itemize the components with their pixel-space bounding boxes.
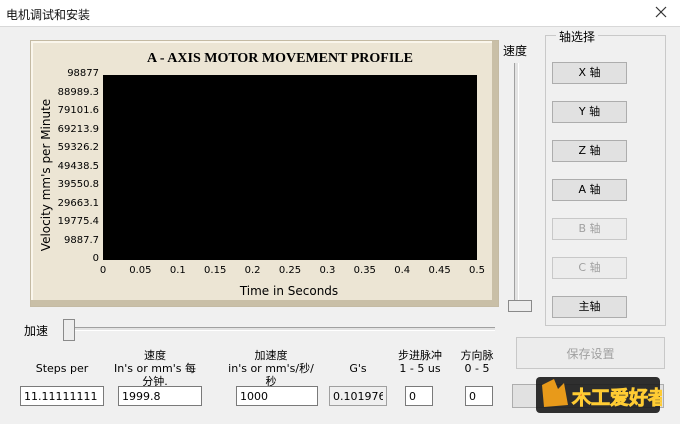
y-tick-label: 98877 <box>67 68 99 79</box>
x-tick-label: 0.45 <box>428 265 451 276</box>
acceleration-input[interactable] <box>236 386 318 406</box>
y-axis-label: Velocity mm's per Minute <box>39 98 53 252</box>
x-tick-label: 0.25 <box>278 265 302 276</box>
z-axis-button[interactable]: Z 轴 <box>552 140 627 162</box>
watermark-logo: 木工爱好者 <box>536 377 662 413</box>
b-axis-button[interactable]: B 轴 <box>552 218 627 240</box>
save-settings-button[interactable]: 保存设置 <box>516 337 665 369</box>
y-axis-button[interactable]: Y 轴 <box>552 101 627 123</box>
x-tick-label: 0.5 <box>469 265 485 276</box>
step-pulse-input[interactable] <box>405 386 433 406</box>
x-axis-button[interactable]: X 轴 <box>552 62 627 84</box>
plot-area <box>103 75 477 260</box>
speed-slider-label: 速度 <box>503 44 528 58</box>
velocity-label-line1: 速度 <box>144 349 166 362</box>
motion-profile-chart: A - AXIS MOTOR MOVEMENT PROFILE 98877 889… <box>30 40 499 307</box>
svg-text:木工爱好者: 木工爱好者 <box>571 386 662 409</box>
steps-per-input[interactable] <box>20 386 104 406</box>
speed-slider-thumb[interactable] <box>508 300 532 312</box>
acceleration-label-line1: 加速度 <box>254 349 288 362</box>
dir-pulse-label-line1: 方向脉 <box>460 349 494 362</box>
x-tick-label: 0.3 <box>319 265 336 276</box>
velocity-label: 速度 In's or mm's 每分钟. <box>110 349 200 388</box>
x-tick-label: 0.35 <box>353 265 376 276</box>
gs-output <box>329 386 387 406</box>
acceleration-label-line2: in's or mm's/秒/秒 <box>228 362 314 388</box>
close-icon[interactable] <box>652 2 670 22</box>
accel-slider-label: 加速 <box>24 324 49 338</box>
x-tick-label: 0.1 <box>169 265 186 276</box>
velocity-label-line2: In's or mm's 每分钟. <box>114 362 196 388</box>
speed-slider-track[interactable] <box>514 63 519 305</box>
x-tick-label: 0 <box>99 265 107 276</box>
steps-per-label: Steps per <box>35 362 89 375</box>
x-tick-label: 0.05 <box>129 265 152 276</box>
dir-pulse-input[interactable] <box>465 386 493 406</box>
x-tick-label: 0.15 <box>204 265 227 276</box>
x-tick-label: 0.4 <box>394 265 411 276</box>
accel-slider-track[interactable] <box>68 327 495 331</box>
x-tick-label: 0.2 <box>244 265 261 276</box>
c-axis-button[interactable]: C 轴 <box>552 257 627 279</box>
dir-pulse-label: 方向脉 0 - 5 <box>452 349 502 375</box>
step-pulse-label-line1: 步进脉冲 <box>398 349 442 362</box>
acceleration-label: 加速度 in's or mm's/秒/秒 <box>226 349 316 388</box>
accel-slider-thumb[interactable] <box>63 319 75 341</box>
a-axis-button[interactable]: A 轴 <box>552 179 627 201</box>
title-bar: 电机调试和安装 <box>0 0 680 27</box>
window-title: 电机调试和安装 <box>6 8 91 22</box>
velocity-input[interactable] <box>118 386 202 406</box>
step-pulse-label-line2: 1 - 5 us <box>399 362 441 375</box>
chart-title: A - AXIS MOTOR MOVEMENT PROFILE <box>147 51 413 66</box>
gs-label: G's <box>349 362 367 375</box>
step-pulse-label: 步进脉冲 1 - 5 us <box>390 349 450 375</box>
dir-pulse-label-line2: 0 - 5 <box>464 362 490 375</box>
x-axis-label: Time in Seconds <box>239 284 339 298</box>
axis-select-legend: 轴选择 <box>556 28 599 45</box>
spindle-button[interactable]: 主轴 <box>552 296 627 318</box>
